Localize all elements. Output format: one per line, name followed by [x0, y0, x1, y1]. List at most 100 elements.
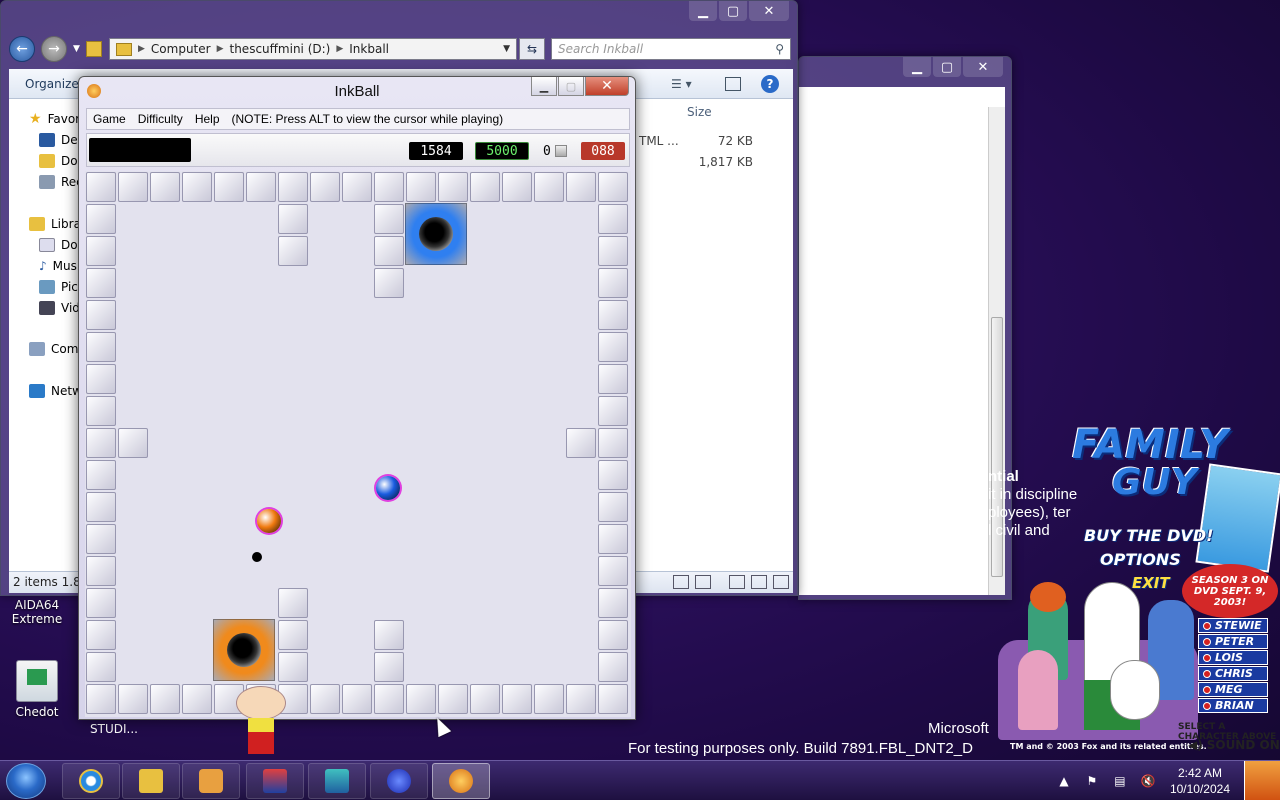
wall-tile	[86, 204, 116, 234]
explorer-window-back[interactable]: ▁ ▢ ✕	[798, 56, 1012, 600]
pane-layout-icon-2[interactable]	[751, 575, 767, 589]
details-view-icon[interactable]	[673, 575, 689, 589]
action-center-icon[interactable]: ⚑	[1084, 773, 1100, 789]
game-board[interactable]	[85, 171, 631, 738]
back-button[interactable]: ←	[9, 36, 35, 62]
character-peter[interactable]: PETER	[1198, 634, 1268, 649]
menu-help[interactable]: Help	[189, 112, 226, 126]
buy-dvd-button[interactable]: BUY THE DVD!	[1084, 526, 1213, 545]
wall-tile	[374, 684, 404, 714]
search-icon[interactable]: ⚲	[775, 42, 784, 56]
start-button[interactable]	[6, 763, 46, 799]
maximize-button[interactable]: ▢	[558, 77, 584, 96]
refresh-button[interactable]: ⇆	[519, 38, 545, 60]
wall-tile	[214, 172, 244, 202]
minimize-button[interactable]: ▁	[531, 77, 557, 96]
minimize-button[interactable]: ▁	[903, 57, 931, 77]
libraries-icon	[29, 217, 45, 231]
address-dropdown-icon[interactable]: ▼	[503, 44, 510, 54]
address-bar[interactable]: ▶ Computer ▶ thescuffmini (D:) ▶ Inkball…	[109, 38, 517, 60]
size-column-header[interactable]: Size	[687, 105, 712, 119]
character-meg[interactable]: MEG	[1198, 682, 1268, 697]
taskbar-app-5[interactable]	[308, 763, 366, 799]
taskbar-media-player[interactable]	[182, 763, 240, 799]
nav-label: Pic	[61, 280, 78, 294]
minimize-button[interactable]: ▁	[689, 1, 717, 21]
wall-tile	[374, 204, 404, 234]
media-player-icon	[199, 769, 223, 793]
pane-layout-icon-3[interactable]	[773, 575, 789, 589]
maximize-button[interactable]: ▢	[719, 1, 747, 21]
documents-icon	[39, 238, 55, 252]
wall-tile	[86, 588, 116, 618]
show-desktop-button[interactable]	[1244, 761, 1280, 800]
network-icon[interactable]: ▤	[1112, 773, 1128, 789]
wall-tile	[598, 172, 628, 202]
wall-tile	[598, 620, 628, 650]
ad-title-line2: GUY	[1112, 462, 1197, 503]
hole-pit-icon	[419, 217, 453, 251]
tray-expand-icon[interactable]: ▲	[1056, 773, 1072, 789]
aida64-label-line1: AIDA64	[14, 598, 60, 612]
character-brian[interactable]: BRIAN	[1198, 698, 1268, 713]
close-button[interactable]: ✕	[749, 1, 789, 21]
star-icon: ★	[29, 111, 42, 127]
clock[interactable]: 2:42 AM 10/10/2024	[1170, 765, 1230, 797]
history-dropdown-icon[interactable]: ▼	[73, 44, 80, 54]
close-button[interactable]: ✕	[963, 57, 1003, 77]
breadcrumb-drive[interactable]: thescuffmini (D:)	[230, 42, 331, 56]
breadcrumb-inkball[interactable]: Inkball	[349, 42, 389, 56]
volume-muted-icon[interactable]: 🔇	[1140, 773, 1156, 789]
music-icon: ♪	[39, 259, 47, 273]
character-stewie[interactable]: STEWIE	[1198, 618, 1268, 633]
character-lois[interactable]: LOIS	[1198, 650, 1268, 665]
copyright-text: TM and © 2003 Fox and its related entiti…	[1010, 742, 1207, 751]
desktop-icon-aida64[interactable]: AIDA64 Extreme	[2, 598, 72, 626]
taskbar-app-4[interactable]	[246, 763, 304, 799]
wall-tile	[598, 428, 628, 458]
desktop-icon-chedot[interactable]: Chedot	[2, 660, 72, 719]
menu-game[interactable]: Game	[87, 112, 132, 126]
options-button[interactable]: OPTIONS	[1100, 550, 1181, 569]
pane-layout-icon-1[interactable]	[729, 575, 745, 589]
marble-icon	[387, 769, 411, 793]
wall-tile	[342, 684, 372, 714]
wall-tile	[278, 588, 308, 618]
view-options-icon[interactable]: ☰ ▾	[671, 77, 692, 91]
up-folder-icon[interactable]	[85, 41, 102, 57]
nav-libraries[interactable]: Libra	[29, 217, 81, 231]
large-icons-view-icon[interactable]	[695, 575, 711, 589]
breadcrumb-chevron-icon[interactable]: ▶	[336, 44, 343, 54]
breadcrumb-chevron-icon[interactable]: ▶	[138, 44, 145, 54]
taskbar-explorer[interactable]	[122, 763, 180, 799]
taskbar-ie[interactable]	[62, 763, 120, 799]
nav-pictures[interactable]: Pic	[39, 280, 78, 294]
breadcrumb-computer[interactable]: Computer	[151, 42, 211, 56]
taskbar-app-6[interactable]	[370, 763, 428, 799]
radio-dot-icon	[1203, 621, 1211, 630]
character-chris[interactable]: CHRIS	[1198, 666, 1268, 681]
nav-videos[interactable]: Vid	[39, 301, 80, 315]
preview-pane-icon[interactable]	[725, 76, 741, 91]
sound-toggle[interactable]: ◀) SOUND ON	[1188, 738, 1280, 752]
meg-figure	[1018, 650, 1058, 730]
wall-tile	[374, 268, 404, 298]
maximize-button[interactable]: ▢	[933, 57, 961, 77]
nav-favorites[interactable]: ★ Favor	[29, 111, 80, 127]
inkball-window[interactable]: InkBall ▁ ▢ ✕ Game Difficulty Help (NOTE…	[78, 76, 636, 738]
wall-tile	[598, 492, 628, 522]
studio-label[interactable]: STUDI...	[90, 722, 138, 736]
ie-icon	[79, 769, 103, 793]
help-icon[interactable]: ?	[761, 74, 779, 93]
taskbar-inkball[interactable]	[432, 763, 490, 799]
breadcrumb-chevron-icon[interactable]: ▶	[217, 44, 224, 54]
search-input[interactable]: Search Inkball ⚲	[551, 38, 791, 60]
close-button[interactable]: ✕	[585, 77, 629, 96]
nav-music[interactable]: ♪ Mus	[39, 259, 77, 273]
nav-network[interactable]: Netw	[29, 384, 82, 398]
inkball-titlebar[interactable]: InkBall ▁ ▢ ✕	[79, 77, 635, 105]
nav-recent[interactable]: Rec	[39, 175, 83, 189]
forward-button[interactable]: →	[41, 36, 67, 62]
organize-button[interactable]: Organize	[25, 77, 79, 91]
menu-difficulty[interactable]: Difficulty	[132, 112, 189, 126]
